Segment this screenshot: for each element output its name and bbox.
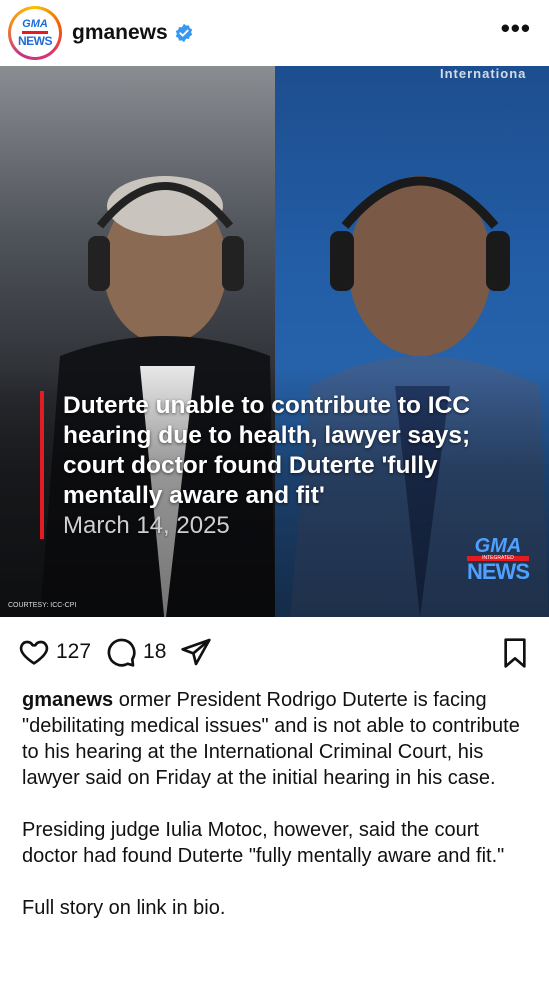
caption-paragraph: Presiding judge Iulia Motoc, however, sa… xyxy=(22,819,505,867)
comment-icon xyxy=(107,638,136,667)
like-count: 127 xyxy=(56,640,92,663)
post-header: GMA NEWS gmanews ••• xyxy=(0,0,549,66)
more-options-button[interactable]: ••• xyxy=(501,15,531,41)
watermark-top: GMA xyxy=(474,535,522,557)
post-image[interactable]: Internationa Duterte unable to contribut… xyxy=(0,66,549,617)
heart-icon xyxy=(19,640,49,665)
avatar[interactable]: GMA NEWS xyxy=(8,6,62,60)
image-headline: Duterte unable to contribute to ICC hear… xyxy=(63,392,471,509)
avatar-logo: GMA NEWS xyxy=(11,9,59,57)
like-button[interactable]: 127 xyxy=(18,636,91,668)
gma-news-watermark: GMA INTEGRATED NEWS xyxy=(467,535,530,584)
avatar-logo-top: GMA xyxy=(22,18,48,30)
image-date: March 14, 2025 xyxy=(63,512,230,539)
share-button[interactable] xyxy=(180,636,212,668)
share-icon xyxy=(181,638,212,666)
comment-count: 18 xyxy=(143,640,167,663)
action-bar: 127 18 xyxy=(0,617,549,687)
caption-username[interactable]: gmanews xyxy=(22,689,113,711)
watermark-bottom: NEWS xyxy=(467,559,530,584)
verified-badge-icon xyxy=(175,23,192,43)
caption-paragraph: gmanews ormer President Rodrigo Duterte … xyxy=(22,687,531,791)
headline-accent-bar xyxy=(40,391,44,539)
image-courtesy: COURTESY: ICC-CPI xyxy=(8,602,77,609)
comment-button[interactable]: 18 xyxy=(105,636,166,668)
bookmark-icon[interactable] xyxy=(501,637,529,669)
caption-paragraph: Full story on link in bio. xyxy=(22,897,226,919)
username[interactable]: gmanews xyxy=(72,21,168,45)
avatar-logo-bottom: NEWS xyxy=(18,34,53,48)
post-caption: gmanews ormer President Rodrigo Duterte … xyxy=(0,687,549,921)
